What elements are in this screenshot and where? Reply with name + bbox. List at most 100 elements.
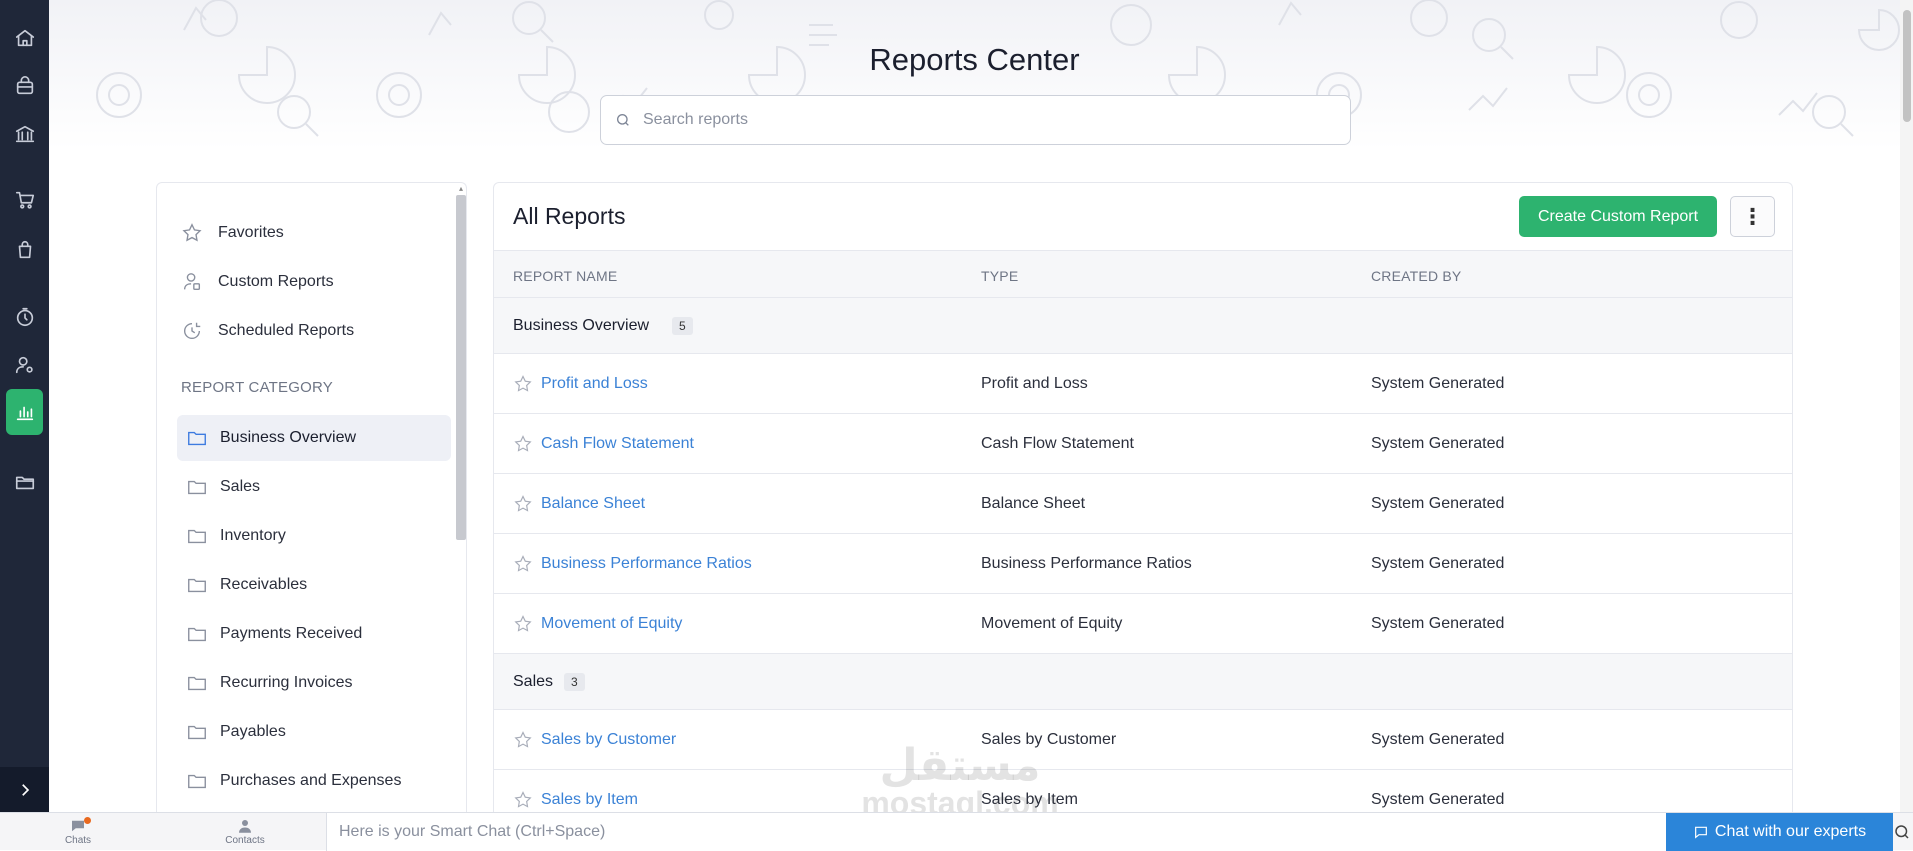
- table-row: Cash Flow Statement Cash Flow Statement …: [494, 414, 1792, 474]
- schedule-icon: [184, 322, 201, 339]
- smart-chat-bar[interactable]: [326, 813, 1666, 851]
- search-icon[interactable]: [1893, 823, 1911, 841]
- report-name-link[interactable]: Sales by Item: [541, 791, 638, 809]
- sidebar-link-scheduled-reports[interactable]: Scheduled Reports: [181, 316, 354, 346]
- expand-rail-button[interactable]: [0, 767, 49, 812]
- scrollbar-thumb[interactable]: [1903, 10, 1911, 122]
- timer-icon[interactable]: [6, 297, 43, 337]
- favorite-star-icon[interactable]: [513, 374, 533, 394]
- sidebar-link-label: Scheduled Reports: [218, 322, 355, 339]
- favorite-star-icon[interactable]: [513, 790, 533, 810]
- group-count-badge: 5: [672, 317, 693, 335]
- table-row: Sales by Customer Sales by Customer Syst…: [494, 710, 1792, 770]
- folder-icon: [188, 480, 206, 495]
- table-row: Sales by Item Sales by Item System Gener…: [494, 770, 1792, 812]
- report-name-link[interactable]: Profit and Loss: [541, 375, 648, 393]
- category-recurring-invoices[interactable]: Recurring Invoices: [177, 660, 451, 706]
- group-header-business-overview: Business Overview 5: [494, 298, 1792, 354]
- report-type: Balance Sheet: [981, 495, 1086, 512]
- left-nav-rail: [0, 0, 49, 812]
- message-icon: [1694, 826, 1707, 839]
- report-type: Sales by Item: [981, 791, 1078, 808]
- contact-icon: [239, 820, 251, 833]
- favorite-star-icon[interactable]: [513, 730, 533, 750]
- contacts-label: Contacts: [225, 835, 265, 846]
- bottom-bar: Chats Contacts Chat with our experts: [0, 812, 1913, 851]
- chat-experts-label: Chat with our experts: [1714, 823, 1867, 840]
- category-payments-received[interactable]: Payments Received: [177, 611, 451, 657]
- reports-icon[interactable]: [6, 389, 43, 435]
- group-name: Business Overview: [513, 317, 650, 334]
- favorite-star-icon[interactable]: [513, 614, 533, 634]
- folder-icon: [188, 725, 206, 740]
- report-created-by: System Generated: [1371, 615, 1505, 632]
- favorite-star-icon[interactable]: [513, 434, 533, 454]
- group-header-sales: Sales 3: [494, 654, 1792, 710]
- report-name-link[interactable]: Movement of Equity: [541, 615, 682, 633]
- search-bar[interactable]: [600, 95, 1351, 145]
- home-icon[interactable]: [6, 18, 43, 58]
- sidebar-link-favorites[interactable]: Favorites: [181, 218, 284, 248]
- table-row: Movement of Equity Movement of Equity Sy…: [494, 594, 1792, 654]
- sidebar-link-label: Favorites: [218, 224, 284, 241]
- category-business-overview[interactable]: Business Overview: [177, 415, 451, 461]
- report-type: Cash Flow Statement: [981, 435, 1134, 452]
- category-receivables[interactable]: Receivables: [177, 562, 451, 608]
- favorite-star-icon[interactable]: [513, 494, 533, 514]
- column-header-report-name[interactable]: REPORT NAME: [513, 268, 617, 284]
- group-count-badge: 3: [564, 673, 585, 691]
- report-name-link[interactable]: Sales by Customer: [541, 731, 676, 749]
- more-options-button[interactable]: ⋮: [1730, 196, 1775, 237]
- category-label: Business Overview: [220, 429, 357, 446]
- bank-icon[interactable]: [6, 114, 43, 154]
- category-label: Payables: [220, 723, 286, 740]
- table-row: Balance Sheet Balance Sheet System Gener…: [494, 474, 1792, 534]
- custom-report-icon: [183, 273, 201, 291]
- folder-icon: [188, 431, 206, 446]
- report-created-by: System Generated: [1371, 375, 1505, 392]
- report-name-link[interactable]: Balance Sheet: [541, 495, 645, 513]
- chats-label: Chats: [64, 835, 92, 846]
- report-created-by: System Generated: [1371, 495, 1505, 512]
- sidebar-link-label: Custom Reports: [218, 273, 334, 290]
- user-settings-icon[interactable]: [6, 345, 43, 385]
- scroll-up-arrow[interactable]: ▴: [457, 185, 465, 193]
- chat-with-experts-button[interactable]: Chat with our experts: [1666, 813, 1893, 851]
- category-label: Receivables: [220, 576, 308, 593]
- shopping-bag-icon[interactable]: [6, 66, 43, 106]
- column-header-created-by[interactable]: CREATED BY: [1371, 268, 1461, 284]
- smart-chat-input[interactable]: [339, 823, 1639, 841]
- category-label: Payments Received: [220, 625, 363, 642]
- report-type: Profit and Loss: [981, 375, 1088, 392]
- category-purchases-and-expenses[interactable]: Purchases and Expenses: [177, 758, 451, 804]
- report-name-link[interactable]: Business Performance Ratios: [541, 555, 752, 573]
- page-scrollbar[interactable]: [1900, 0, 1913, 812]
- table-header: REPORT NAME TYPE CREATED BY: [494, 250, 1792, 298]
- category-label: Sales: [220, 478, 261, 495]
- report-created-by: System Generated: [1371, 791, 1505, 808]
- create-custom-report-button[interactable]: Create Custom Report: [1519, 196, 1717, 237]
- contacts-button[interactable]: Contacts: [215, 815, 275, 846]
- cart-icon[interactable]: [6, 180, 43, 220]
- kebab-menu-icon: ⋮: [1741, 203, 1764, 229]
- category-payables[interactable]: Payables: [177, 709, 451, 755]
- category-label: Recurring Invoices: [220, 674, 353, 691]
- folder-icon[interactable]: [6, 462, 43, 502]
- bag-icon[interactable]: [6, 230, 43, 270]
- sidebar-link-custom-reports[interactable]: Custom Reports: [181, 267, 334, 297]
- chevron-right-icon: [21, 783, 29, 796]
- search-input[interactable]: [643, 111, 1323, 129]
- favorite-star-icon[interactable]: [513, 554, 533, 574]
- chats-button[interactable]: Chats: [48, 815, 108, 846]
- report-created-by: System Generated: [1371, 435, 1505, 452]
- sidebar-scrollbar[interactable]: [456, 195, 466, 540]
- category-sales[interactable]: Sales: [177, 464, 451, 510]
- report-created-by: System Generated: [1371, 555, 1505, 572]
- reports-panel: All Reports Create Custom Report ⋮ REPOR…: [493, 182, 1793, 812]
- notification-dot: [84, 817, 91, 824]
- report-created-by: System Generated: [1371, 731, 1505, 748]
- column-header-type[interactable]: TYPE: [981, 268, 1018, 284]
- panel-title: All Reports: [513, 203, 626, 229]
- report-name-link[interactable]: Cash Flow Statement: [541, 435, 694, 453]
- category-inventory[interactable]: Inventory: [177, 513, 451, 559]
